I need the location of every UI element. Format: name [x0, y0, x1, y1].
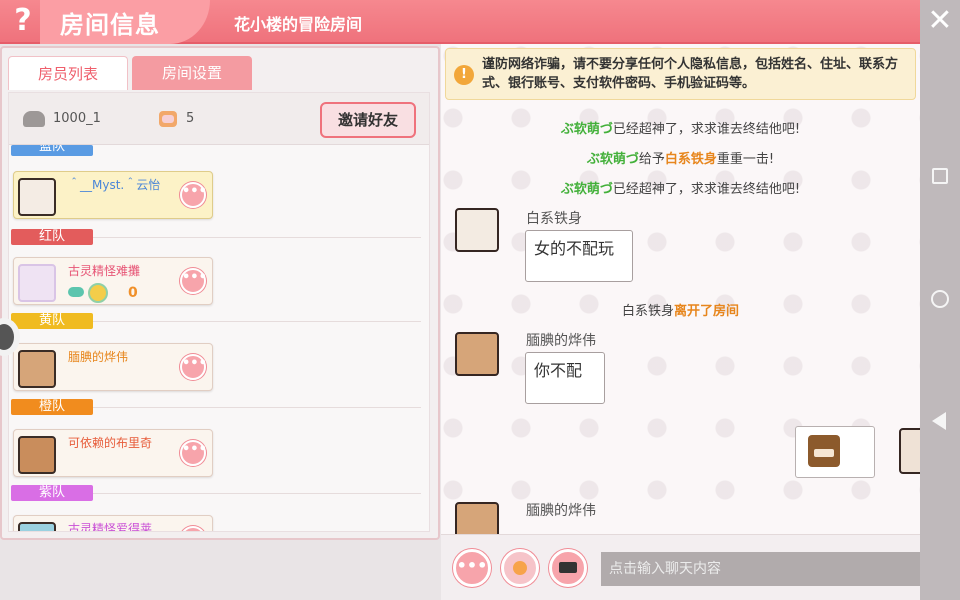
sys-player: ぶ软萌づ	[560, 182, 613, 197]
avatar	[18, 350, 56, 388]
system-message: 白系铁身离开了房间	[441, 300, 920, 319]
member-name: 可依赖的布里奇	[68, 436, 153, 450]
system-message: ぶ软萌づ已经超神了，求求谁去终结他吧!	[441, 118, 920, 137]
member-card[interactable]: 腼腆的烨伟 •••	[13, 343, 213, 391]
room-id-icon	[23, 111, 45, 127]
member-card[interactable]: 可依赖的布里奇 •••	[13, 429, 213, 477]
fraud-warning-notice: ! 谨防网络诈骗，请不要分享任何个人隐私信息，包括姓名、住址、联系方式、银行账号…	[445, 48, 916, 100]
avatar	[18, 178, 56, 216]
room-id: 1000_1	[53, 111, 101, 126]
team-label-orange: 橙队	[11, 399, 93, 415]
cloud-icon	[68, 287, 84, 297]
member-more-button[interactable]: •••	[180, 354, 207, 380]
chat-bubble: 你不配	[525, 352, 605, 404]
avatar	[18, 264, 56, 302]
system-message: ぶ软萌づ给予白系铁身重重一击!	[441, 148, 920, 167]
member-name: 古灵精怪难攤	[68, 264, 141, 278]
home-icon[interactable]	[931, 290, 949, 308]
help-icon[interactable]: ?	[6, 4, 40, 38]
more-options-button[interactable]: •••	[453, 549, 491, 587]
header-bar: ? 房间信息 花小楼的冒险房间 ✕	[0, 0, 960, 44]
keyboard-button[interactable]	[549, 549, 587, 587]
member-more-button[interactable]: •••	[180, 268, 207, 294]
my-avatar[interactable]	[899, 428, 920, 474]
close-button[interactable]: ✕	[920, 0, 960, 44]
avatar[interactable]	[455, 208, 499, 252]
member-more-button[interactable]: •••	[180, 440, 207, 466]
room-name: 花小楼的冒险房间	[234, 15, 363, 34]
system-nav-bar	[920, 44, 960, 600]
sys-text: 已经超神了，求求谁去终结他吧!	[612, 122, 801, 137]
sys-text: 离开了房间	[674, 304, 740, 319]
member-name: ＾__Myst.＾云怡	[68, 178, 161, 192]
sticker-image	[808, 435, 840, 467]
member-more-button[interactable]: •••	[180, 182, 207, 208]
recent-apps-icon[interactable]	[932, 168, 948, 184]
invite-friends-button[interactable]: 邀请好友	[320, 102, 416, 138]
sys-target: 白系铁身	[664, 152, 717, 167]
sys-text: 给予	[638, 152, 665, 167]
chat-sender-name: 腼腆的烨伟	[526, 333, 596, 349]
tab-room-settings[interactable]: 房间设置	[132, 56, 252, 90]
avatar[interactable]	[455, 502, 499, 534]
team-label-purple: 紫队	[11, 485, 93, 501]
sys-player: ぶ软萌づ	[560, 122, 613, 137]
team-label-yellow: 黄队	[11, 313, 93, 329]
chat-sender-name: 腼腆的烨伟	[526, 503, 596, 519]
chat-panel[interactable]: ! 谨防网络诈骗，请不要分享任何个人隐私信息，包括姓名、住址、联系方式、银行账号…	[441, 44, 920, 534]
avatar	[18, 436, 56, 474]
sys-player: ぶ软萌づ	[586, 152, 639, 167]
member-name: 腼腆的烨伟	[68, 350, 129, 364]
member-card[interactable]: 古灵精怪难攤 0 •••	[13, 257, 213, 305]
team-label-red: 红队	[11, 229, 93, 245]
sticker-bubble	[795, 426, 875, 478]
avatar[interactable]	[455, 332, 499, 376]
emoji-button[interactable]	[501, 549, 539, 587]
notice-text: 谨防网络诈骗，请不要分享任何个人隐私信息，包括姓名、住址、联系方式、银行账号、支…	[482, 57, 899, 91]
chat-input-bar: •••	[441, 534, 947, 600]
badge-icon	[88, 283, 108, 303]
member-more-button[interactable]: •••	[180, 526, 207, 531]
divider	[93, 407, 421, 408]
chat-input[interactable]	[601, 552, 947, 586]
divider	[93, 321, 421, 322]
system-message: ぶ软萌づ已经超神了，求求谁去终结他吧!	[441, 178, 920, 197]
warning-icon: !	[454, 65, 474, 85]
member-name: 古灵精怪爱得莱	[68, 522, 153, 532]
page-title: 房间信息	[60, 11, 160, 39]
sys-text: 已经超神了，求求谁去终结他吧!	[612, 182, 801, 197]
member-list[interactable]: 1000_1 5 邀请好友 蓝队 ＾__Myst.＾云怡 ••• 红队 古灵精怪…	[8, 92, 430, 532]
chat-sender-name: 白系铁身	[526, 211, 582, 227]
member-count: 5	[186, 111, 195, 126]
member-card[interactable]: ＾__Myst.＾云怡 •••	[13, 171, 213, 219]
keyboard-icon	[559, 562, 577, 573]
tab-member-list[interactable]: 房员列表	[8, 56, 128, 90]
sys-player: 白系铁身	[621, 304, 674, 319]
team-label-blue: 蓝队	[11, 145, 93, 156]
avatar	[18, 522, 56, 531]
divider	[93, 237, 421, 238]
member-score: 0	[128, 285, 138, 301]
divider	[93, 493, 421, 494]
member-panel: 房员列表 房间设置 1000_1 5 邀请好友 蓝队 ＾__Myst.＾云怡 •…	[0, 46, 440, 540]
sys-text: 重重一击!	[716, 152, 775, 167]
room-info-row: 1000_1 5 邀请好友	[9, 93, 429, 145]
member-count-icon	[159, 111, 177, 127]
emoji-icon	[513, 561, 527, 575]
member-card[interactable]: 古灵精怪爱得莱 •••	[13, 515, 213, 532]
back-icon[interactable]	[932, 412, 946, 430]
chat-bubble: 女的不配玩	[525, 230, 633, 282]
